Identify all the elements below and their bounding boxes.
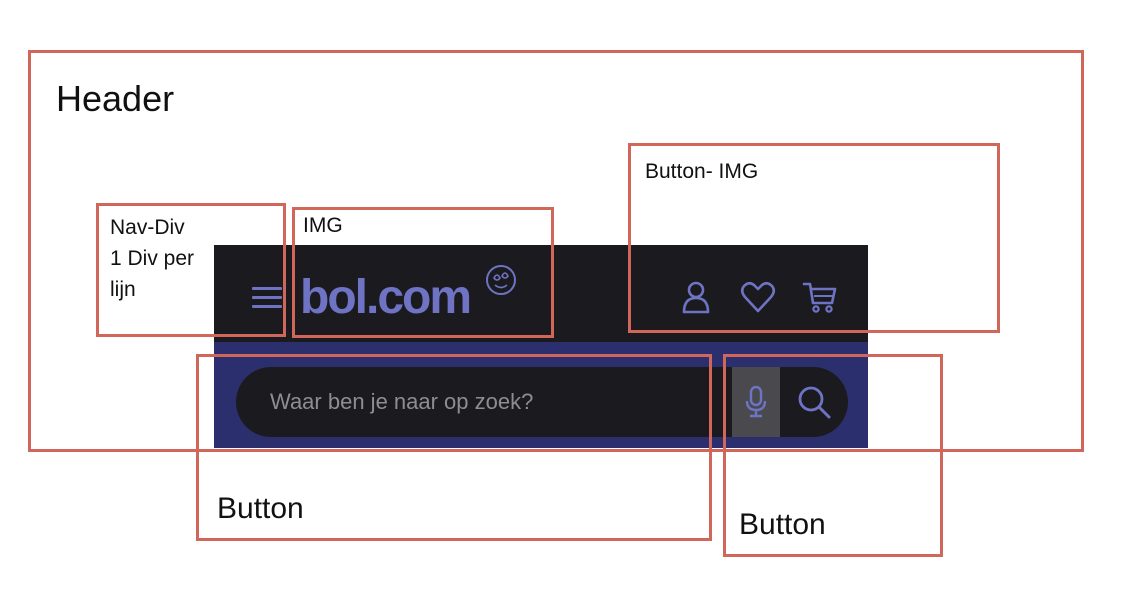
search-actions-button-annotation-label: Button <box>739 508 826 541</box>
search-field-button-annotation-label: Button <box>217 492 304 525</box>
header-annotation-label: Header <box>56 78 175 119</box>
img-annotation-label: IMG <box>303 214 343 237</box>
nav-div-label-line-1: Nav-Div <box>110 216 185 239</box>
nav-div-annotation-label: Nav-Div 1 Div per lijn <box>110 212 220 305</box>
nav-div-label-line-2: 1 Div per <box>110 247 195 270</box>
button-img-annotation-label: Button- IMG <box>645 160 759 183</box>
nav-div-label-line-3: lijn <box>110 278 136 301</box>
